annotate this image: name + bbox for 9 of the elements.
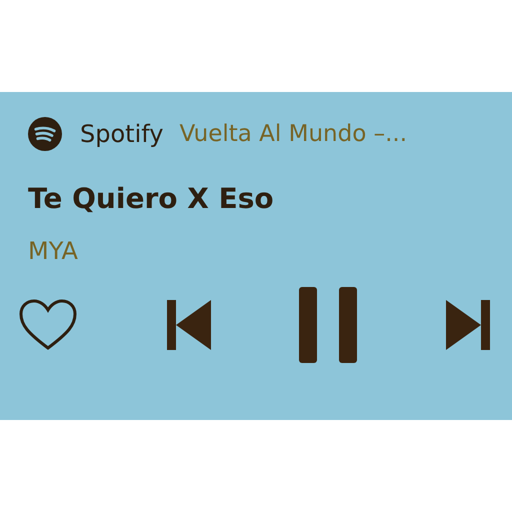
track-title: Te Quiero X Eso (28, 182, 275, 215)
next-button[interactable] (446, 300, 490, 350)
previous-button[interactable] (166, 300, 211, 350)
pause-button[interactable] (299, 287, 358, 363)
album-name: Vuelta Al Mundo –... (179, 121, 408, 147)
app-name: Spotify (80, 120, 164, 148)
spotify-logo-icon (28, 117, 62, 151)
artist-name: MYA (28, 237, 79, 265)
like-button[interactable] (18, 298, 78, 352)
